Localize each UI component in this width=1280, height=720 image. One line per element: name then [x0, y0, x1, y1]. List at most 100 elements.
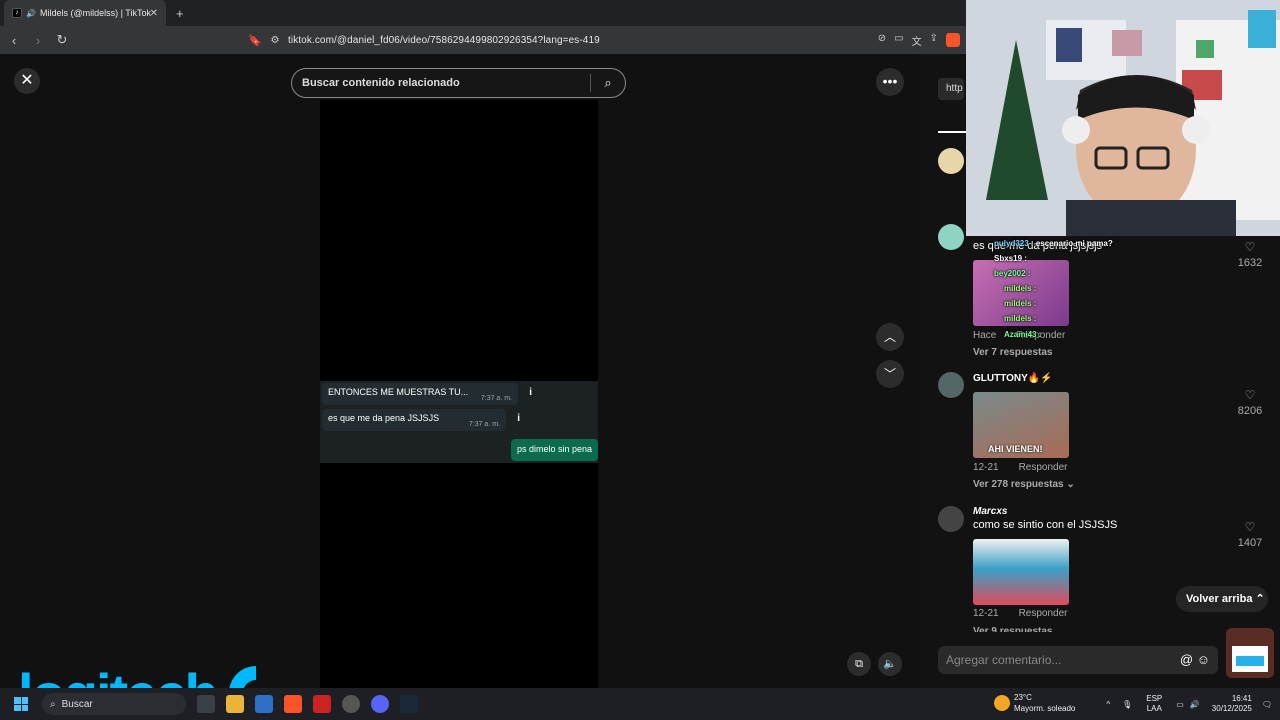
image-caption: AHI VIENEN! — [988, 444, 1043, 454]
speaker-icon[interactable]: 🔊 — [26, 9, 36, 18]
comment-meta: 12-21 Responder — [973, 608, 1068, 619]
comment-text: como se sintio con el JSJSJS — [973, 519, 1118, 531]
network-icon[interactable]: ▭ — [1176, 700, 1184, 709]
view-replies[interactable]: Ver 7 respuestas — [973, 347, 1053, 358]
reload-icon[interactable]: ↻ — [52, 32, 72, 48]
video-player[interactable]: ENTONCES ME MUESTRAS TU... 7:37 a. m. i … — [320, 100, 598, 688]
back-icon[interactable]: ‹ — [4, 33, 24, 48]
back-to-top-button[interactable]: Volver arriba ⌃ — [1176, 586, 1268, 612]
emoji-icon[interactable]: ☺ — [1197, 652, 1210, 667]
back-to-top-label: Volver arriba — [1186, 593, 1253, 605]
comment-username[interactable]: GLUTTONY🔥⚡ — [973, 373, 1053, 384]
site-info-icon[interactable]: ⚙ — [266, 35, 284, 46]
brave-icon[interactable] — [284, 695, 302, 713]
url-text[interactable]: tiktok.com/@daniel_fd06/video/7586294499… — [288, 35, 600, 46]
system-tray: ^ 🎙 ESP LAA ▭ 🔊 16:41 30/12/2025 🗨 — [1106, 688, 1272, 720]
bookmark-icon[interactable]: 🔖 — [244, 34, 266, 47]
discord-icon[interactable] — [371, 695, 389, 713]
comment-placeholder: Agregar comentario... — [946, 653, 1062, 667]
browser-toolbar: ‹ › ↻ 🔖 ⚙ tiktok.com/@daniel_fd06/video/… — [0, 26, 966, 54]
next-video-icon[interactable]: ﹀ — [876, 360, 904, 388]
microphone-icon[interactable]: 🎙 — [1122, 700, 1132, 709]
clock-date: 30/12/2025 — [1211, 704, 1252, 713]
chat-bubble-outgoing: ps dimelo sin pena — [510, 439, 598, 461]
close-tab-icon[interactable]: ✕ — [150, 8, 158, 19]
translate-icon[interactable]: 文 — [912, 33, 922, 48]
search-icon[interactable]: ⌕ — [591, 75, 625, 91]
clock[interactable]: 16:41 30/12/2025 — [1212, 694, 1252, 714]
tab-underline — [938, 131, 968, 133]
stream-chat-user: mildels : — [1004, 284, 1037, 293]
file-explorer-icon[interactable] — [226, 695, 244, 713]
comment-username[interactable]: Marcxs — [973, 506, 1007, 517]
close-icon[interactable]: ✕ — [14, 68, 40, 94]
avatar[interactable] — [938, 224, 964, 250]
weather-widget[interactable]: 23°C Mayorm. soleado — [994, 692, 1075, 714]
stream-chat-user: Azami43 : — [1004, 330, 1042, 339]
chat-badge: i — [529, 387, 532, 398]
avatar[interactable] — [938, 372, 964, 398]
reply-button[interactable]: Responder — [1019, 608, 1068, 619]
tab-title: Mildels (@mildelss) | TikTok — [39, 8, 151, 18]
avatar[interactable] — [938, 148, 964, 174]
view-replies[interactable]: Ver 278 respuestas ⌄ — [973, 479, 1075, 490]
chevron-up-icon[interactable]: ^ — [1106, 700, 1110, 709]
comment-meta: 12-21 Responder — [973, 462, 1068, 473]
comment-input-icons: @ ☺ — [1180, 646, 1210, 674]
forward-icon[interactable]: › — [28, 33, 48, 48]
link-preview[interactable]: http — [938, 78, 964, 100]
heart-icon[interactable]: ♡ — [1230, 388, 1270, 402]
view-replies-label: Ver 278 respuestas — [973, 479, 1064, 490]
stream-chat-user: pulyd323 : — [994, 239, 1034, 248]
like-button[interactable]: ♡ 1407 — [1230, 520, 1270, 549]
new-tab-button[interactable]: + — [176, 6, 184, 21]
comment-image[interactable] — [973, 539, 1069, 605]
taskbar-search[interactable]: ⌕ Buscar — [42, 693, 186, 715]
language-indicator[interactable]: ESP LAA — [1146, 694, 1162, 714]
mini-player-icon[interactable]: ⧉ — [847, 652, 871, 676]
like-button[interactable]: ♡ 1632 — [1230, 240, 1270, 269]
weather-icon — [994, 695, 1010, 711]
stream-chat-user: bey2002 : — [994, 269, 1031, 278]
windows-start-icon[interactable] — [14, 697, 28, 711]
chat-screenshot: ENTONCES ME MUESTRAS TU... 7:37 a. m. i … — [320, 381, 598, 463]
chat-text: ps dimelo sin pena — [516, 444, 592, 454]
obs-icon[interactable] — [342, 695, 360, 713]
previous-video-icon[interactable]: ︿ — [876, 323, 904, 351]
related-search-input[interactable]: Buscar contenido relacionado ⌕ — [291, 68, 626, 98]
webcam-overlay — [966, 0, 1280, 236]
more-options-icon[interactable]: ••• — [876, 68, 904, 96]
notification-icon[interactable]: 🗨 — [1262, 700, 1272, 709]
taskbar: ⌕ Buscar 23°C Mayorm. soleado ^ 🎙 ESP LA… — [0, 688, 1280, 720]
stream-chat-line: pulyd323 : escenario mi pama? — [994, 239, 1113, 248]
chat-bubble: es que me da pena JSJSJS 7:37 a. m. i — [322, 409, 520, 431]
brave-shield-icon[interactable] — [946, 32, 960, 47]
reply-button[interactable]: Responder — [1019, 462, 1068, 473]
heart-icon[interactable]: ♡ — [1230, 240, 1270, 254]
app-icon[interactable] — [313, 695, 331, 713]
stream-chat-user: Sbxs19 : — [994, 254, 1027, 263]
address-bar[interactable]: 🔖 ⚙ tiktok.com/@daniel_fd06/video/758629… — [244, 29, 966, 51]
like-button[interactable]: ♡ 8206 — [1230, 388, 1270, 417]
avatar[interactable] — [938, 506, 964, 532]
weather-temp: 23°C — [1014, 693, 1032, 702]
browser-tab[interactable]: ♪ 🔊 Mildels (@mildelss) | TikTok ✕ — [4, 0, 166, 26]
store-icon[interactable] — [255, 695, 273, 713]
volume-icon[interactable]: 🔊 — [1190, 700, 1200, 709]
volume-icon[interactable]: 🔈 — [878, 652, 902, 676]
comment-date: 12-21 — [973, 462, 999, 473]
mention-icon[interactable]: @ — [1180, 652, 1193, 667]
stream-chat-user: mildels : — [1004, 314, 1037, 323]
tracking-off-icon[interactable]: ⊘ — [878, 33, 886, 48]
steam-icon[interactable] — [400, 695, 418, 713]
comment-input[interactable]: Agregar comentario... @ ☺ — [938, 646, 1218, 674]
view-replies[interactable]: Ver 9 respuestas — [973, 626, 1053, 632]
task-view-icon[interactable] — [197, 695, 215, 713]
comment-image[interactable]: AHI VIENEN! — [973, 392, 1069, 458]
share-icon[interactable]: ⇪ — [930, 33, 938, 48]
heart-icon[interactable]: ♡ — [1230, 520, 1270, 534]
taskbar-search-label: Buscar — [61, 698, 93, 710]
chat-bubble: ENTONCES ME MUESTRAS TU... 7:37 a. m. i — [322, 383, 532, 405]
pip-icon[interactable]: ▭ — [894, 33, 903, 48]
like-count: 8206 — [1237, 405, 1263, 417]
